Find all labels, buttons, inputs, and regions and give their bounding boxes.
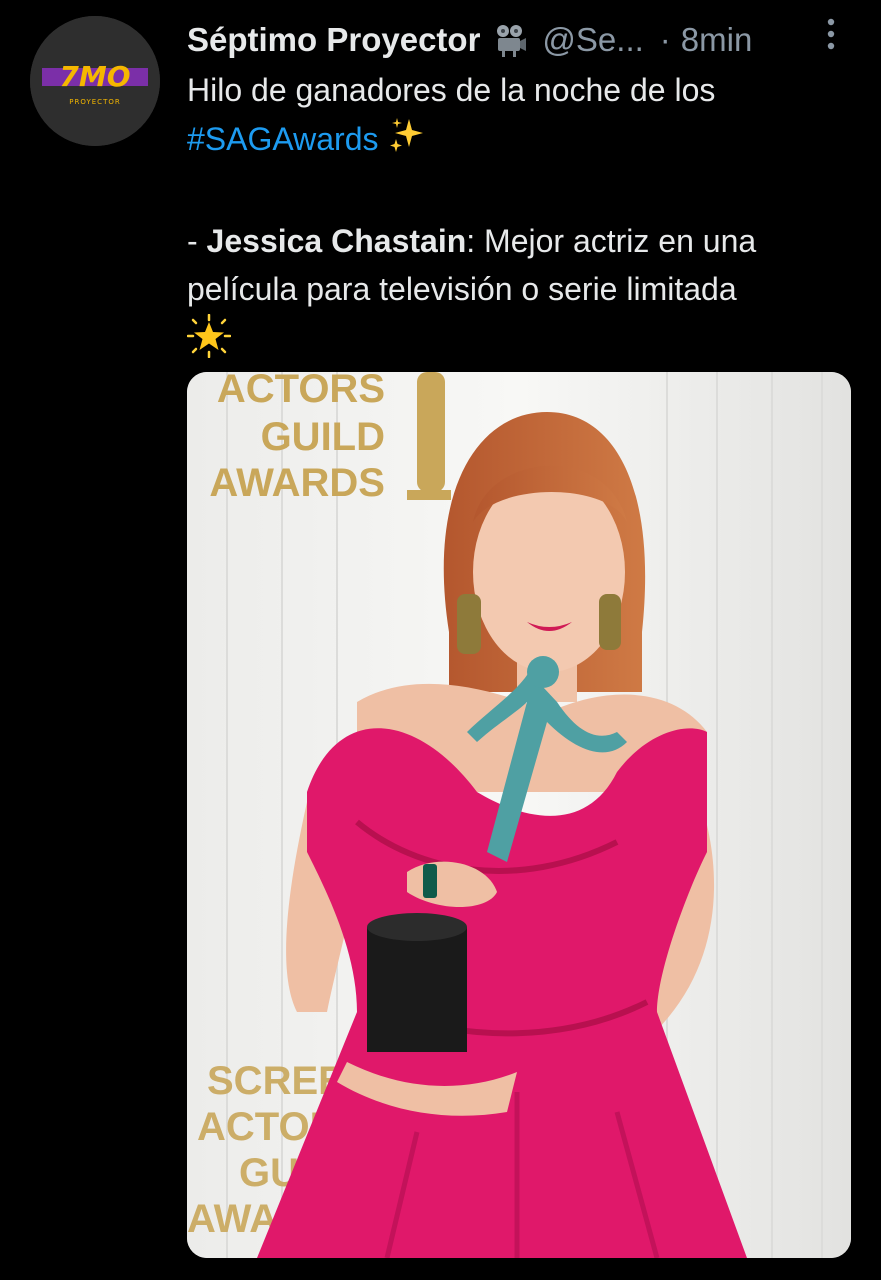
avatar[interactable]: 7MO PROYECTOR [30,16,160,146]
backdrop-top-line-1: ACTORS [217,372,385,411]
category-line-2: película para televisión o serie limitad… [187,271,737,307]
timestamp[interactable]: 8min [681,21,753,59]
avatar-logo-subtext: PROYECTOR [69,98,120,106]
tweet-photo[interactable]: ACTORS GUILD AWARDS SCREEN ACTORS GUILD … [187,372,851,1258]
backdrop-top-line-3: AWARDS [209,461,385,505]
sparkles-icon [387,115,427,169]
photo-illustration: ACTORS GUILD AWARDS SCREEN ACTORS GUILD … [187,372,851,1258]
more-vertical-icon[interactable] [818,16,844,56]
avatar-logo-text: 7MO [59,60,130,93]
author-name[interactable]: Séptimo Proyector [187,21,480,59]
hashtag-link[interactable]: #SAGAwards [187,121,379,157]
tweet-header: Séptimo Proyector @Se... · 8min [187,18,851,62]
category-line-1: Mejor actriz en una [475,222,757,259]
backdrop-top-line-2: GUILD [261,415,385,459]
film-projector-icon [492,22,528,58]
winner-colon: : [466,222,476,259]
winner-name: Jessica Chastain [206,222,467,259]
intro-line: Hilo de ganadores de la noche de los [187,72,716,108]
time-separator: · [659,21,671,58]
glowing-star-icon [186,313,232,372]
author-handle[interactable]: @Se... [542,21,643,59]
winner-prefix: - [187,222,207,259]
tweet-text: Hilo de ganadores de la noche de los #SA… [186,66,847,372]
